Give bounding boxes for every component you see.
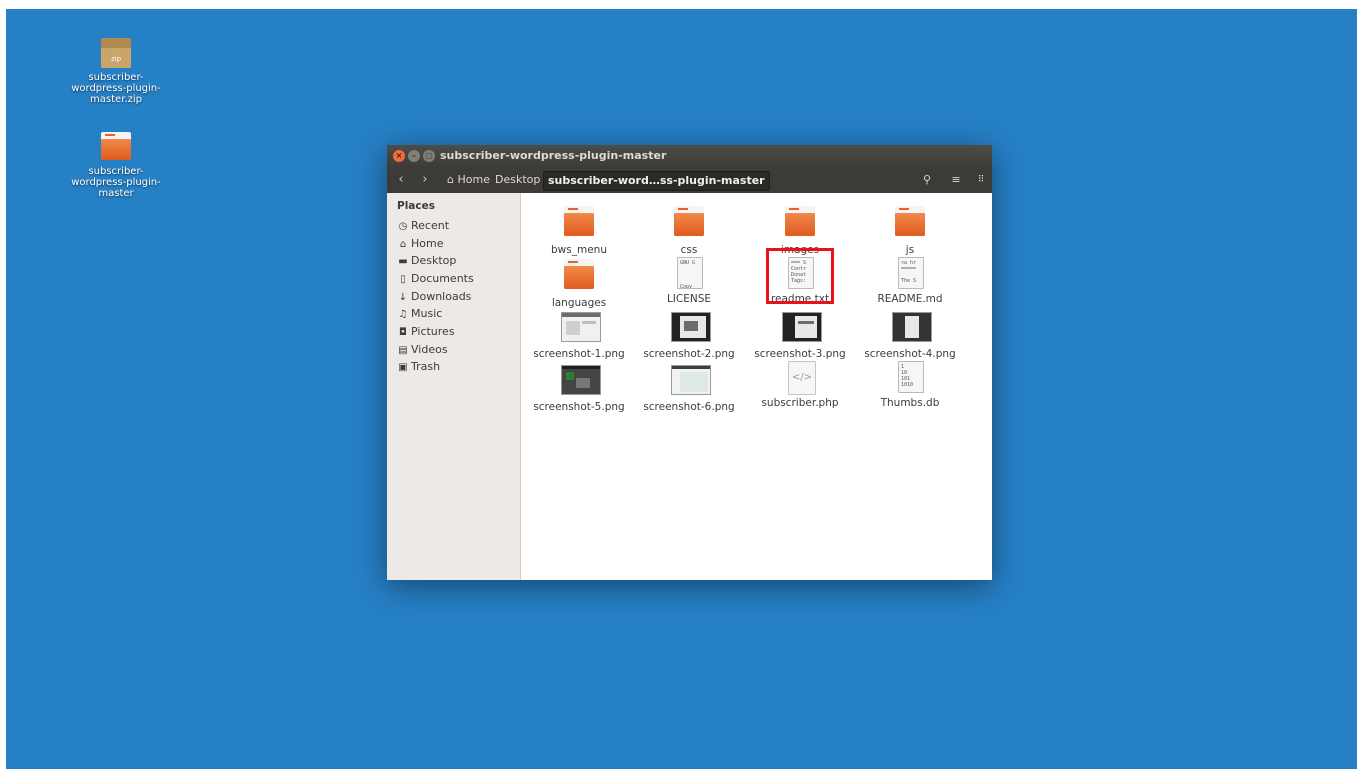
minimize-icon[interactable]: – [408,150,420,162]
grid-icon: ⠿ [977,175,985,185]
image-thumbnail-icon [555,363,603,399]
file-item-screenshot-5[interactable]: screenshot-5.png [527,363,631,413]
breadcrumb-home[interactable]: ⌂ Home [443,171,494,189]
camera-icon: ◘ [399,327,407,338]
chevron-right-icon: › [422,172,428,187]
sidebar-item-recent[interactable]: ◷ Recent [397,217,449,234]
breadcrumb-current-folder[interactable]: subscriber-word…ss-plugin-master [543,171,770,191]
file-item-screenshot-3[interactable]: screenshot-3.png [748,310,852,360]
menu-icon: ≡ [951,173,961,186]
desktop-icon-label: subscriber- wordpress-plugin- master [71,166,161,199]
sidebar-item-downloads[interactable]: ↓ Downloads [397,288,472,305]
folder-icon [100,131,132,163]
file-grid: bws_menu css images js languages GNU G C… [521,193,992,580]
toolbar: ‹ › ⌂ Home Desktop subscriber-word…ss-pl… [387,167,992,193]
close-icon[interactable]: × [393,150,405,162]
text-file-icon: GNU G Copy [665,255,713,291]
search-button[interactable]: ⚲ [917,171,937,189]
image-thumbnail-icon [886,310,934,346]
image-thumbnail-icon [776,310,824,346]
file-item-screenshot-6[interactable]: screenshot-6.png [637,363,741,413]
back-button[interactable]: ‹ [393,171,409,189]
file-item-license[interactable]: GNU G Copy LICENSE [637,255,741,305]
file-item-languages[interactable]: languages [527,259,631,309]
sidebar-item-videos[interactable]: ▤ Videos [397,341,447,358]
chevron-left-icon: ‹ [398,172,404,187]
maximize-icon[interactable]: ▢ [423,150,435,162]
zip-archive-icon: zip [100,37,132,69]
list-view-button[interactable]: ≡ [947,171,965,189]
folder-icon [665,206,713,242]
clock-icon: ◷ [398,221,408,232]
sidebar-heading: Places [397,200,435,212]
document-icon: ▯ [400,274,406,285]
desktop-icon-zip[interactable]: zip subscriber- wordpress-plugin- master… [56,37,176,105]
trash-icon: ▣ [398,362,408,373]
file-item-readme-md[interactable]: <a hr ===== The S README.md [858,255,962,305]
sidebar-item-home[interactable]: ⌂ Home [397,235,444,252]
sidebar-item-pictures[interactable]: ◘ Pictures [397,323,455,340]
file-item-screenshot-2[interactable]: screenshot-2.png [637,310,741,360]
binary-file-icon: 1 10 101 1010 [886,359,934,395]
image-thumbnail-icon [665,363,713,399]
forward-button[interactable]: › [417,171,433,189]
sidebar-item-desktop[interactable]: ▬ Desktop [397,252,456,269]
sidebar: Places ◷ Recent ⌂ Home ▬ Desktop ▯ Documents… [387,193,521,580]
image-thumbnail-icon [555,310,603,346]
sidebar-item-music[interactable]: ♫ Music [397,305,443,322]
file-item-screenshot-4[interactable]: screenshot-4.png [858,310,962,360]
window-titlebar[interactable]: × – ▢ subscriber-wordpress-plugin-master [387,145,992,167]
file-manager-window: × – ▢ subscriber-wordpress-plugin-master… [387,145,992,580]
text-file-icon: <a hr ===== The S [886,255,934,291]
folder-icon [886,206,934,242]
download-icon: ↓ [398,292,408,303]
folder-icon [555,259,603,295]
grid-view-button[interactable]: ⠿ [972,171,990,189]
image-thumbnail-icon [665,310,713,346]
file-item-screenshot-1[interactable]: screenshot-1.png [527,310,631,360]
folder-icon [555,206,603,242]
desktop-icon-folder[interactable]: subscriber- wordpress-plugin- master [56,131,176,199]
folder-icon [776,206,824,242]
desktop-icon-label: subscriber- wordpress-plugin- master.zip [71,72,161,105]
music-icon: ♫ [398,309,408,320]
file-item-css[interactable]: css [637,206,741,256]
sidebar-item-trash[interactable]: ▣ Trash [397,358,440,375]
home-icon: ⌂ [399,239,407,250]
video-icon: ▤ [398,345,408,356]
search-icon: ⚲ [922,173,932,186]
file-item-js[interactable]: js [858,206,962,256]
window-title: subscriber-wordpress-plugin-master [440,149,667,162]
code-file-icon: </> [776,359,824,395]
breadcrumb-desktop[interactable]: Desktop [491,171,544,189]
folder-icon: ▬ [398,256,408,267]
file-item-subscriber-php[interactable]: </> subscriber.php [748,359,852,409]
file-item-bws-menu[interactable]: bws_menu [527,206,631,256]
sidebar-item-documents[interactable]: ▯ Documents [397,270,473,287]
file-item-thumbs-db[interactable]: 1 10 101 1010 Thumbs.db [858,359,962,409]
home-icon: ⌂ [447,173,454,186]
highlight-annotation-box [766,248,834,304]
